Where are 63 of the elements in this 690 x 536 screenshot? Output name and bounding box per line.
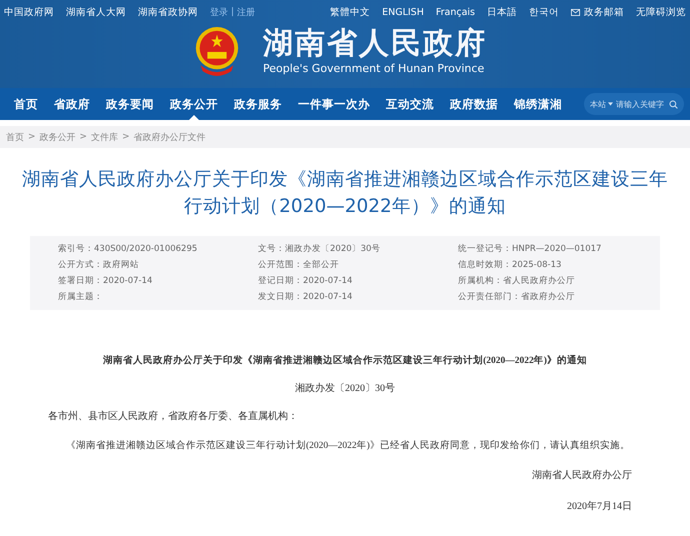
search-field[interactable]: 本站 请输入关键字	[584, 93, 684, 115]
search-icon[interactable]	[669, 98, 678, 110]
login-link[interactable]: 登录	[210, 6, 228, 18]
meta-label: 公开范围：	[258, 260, 303, 270]
nav-tab[interactable]: 一件事一次办	[290, 88, 378, 120]
nav-tab[interactable]: 首页	[6, 88, 46, 120]
site-subtitle: People's Government of Hunan Province	[263, 62, 486, 76]
meta-label: 文号：	[258, 244, 285, 254]
meta-value: 省人民政府办公厅	[503, 276, 575, 286]
meta-label: 统一登记号：	[458, 244, 512, 254]
document-title: 湖南省人民政府办公厅关于印发《湖南省推进湘赣边区域合作示范区建设三年行动计划(2020—2022年)》的通知	[102, 354, 588, 367]
nav-tab[interactable]: 政府数据	[442, 88, 506, 120]
meta-value: 2020-07-14	[103, 276, 152, 286]
meta-label: 所属机构：	[458, 276, 503, 286]
scope-dropdown[interactable]: 本站	[590, 98, 613, 110]
meta-value: 2020-07-14	[303, 292, 352, 302]
nav-tab[interactable]: 政务服务	[226, 88, 290, 120]
emblem-icon	[193, 24, 241, 78]
meta-value: 全部公开	[303, 260, 339, 270]
meta-value: 政府网站	[103, 260, 139, 270]
meta-label: 发文日期：	[258, 292, 303, 302]
document-date: 2020年7月14日	[566, 500, 633, 513]
document-number: 湘政办发〔2020〕30号	[294, 382, 396, 395]
language-link[interactable]: 无障碍浏览	[636, 6, 686, 18]
meta-value: 2025-08-13	[512, 260, 562, 270]
nav-tab[interactable]: 政务公开	[162, 88, 226, 120]
meta-label: 索引号：	[58, 244, 94, 254]
meta-value: 湘政办发〔2020〕30号	[285, 244, 380, 254]
language-link[interactable]: ENGLISH	[382, 6, 424, 18]
mailbox-link[interactable]: 政务邮箱	[584, 6, 624, 18]
meta-value: 430S00/2020-01006295	[94, 244, 198, 254]
site-title: 湖南省人民政府	[263, 26, 487, 62]
language-link[interactable]: 한국어	[529, 6, 559, 18]
language-link[interactable]: 繁體中文	[330, 6, 370, 18]
nav-tab[interactable]: 锦绣潇湘	[506, 88, 570, 120]
mail-icon	[571, 8, 580, 16]
meta-label: 公开方式：	[58, 260, 103, 270]
meta-value: HNPR—2020—01017	[512, 244, 602, 254]
document-paragraph: 《湖南省推进湘赣边区域合作示范区建设三年行动计划(2020—2022年)》已经省人民政府同意，现印发给你们，请认真组织实施。	[65, 439, 631, 452]
meta-label: 签署日期：	[58, 276, 103, 286]
caret-icon	[608, 102, 613, 106]
language-link[interactable]: Français	[436, 6, 475, 18]
register-link[interactable]: 注册	[237, 6, 256, 18]
meta-value: 省政府办公厅	[521, 292, 575, 302]
article-title: 湖南省人民政府办公厅关于印发《湖南省推进湘赣边区域合作示范区建设三年行动计划（2020—2022年）》的通知	[21, 168, 669, 219]
nav-tab[interactable]: 省政府	[46, 88, 98, 120]
site-link[interactable]: 湖南省政协网	[138, 6, 198, 18]
site-link[interactable]: 中国政府网	[4, 6, 54, 18]
separator: |	[231, 7, 234, 17]
nav-tab[interactable]: 政务要闻	[98, 88, 162, 120]
salutation: 各市州、县市区人民政府，省政府各厅委、各直属机构：	[48, 410, 299, 423]
meta-label: 登记日期：	[258, 276, 303, 286]
breadcrumb-separator: >	[122, 132, 130, 142]
breadcrumb-separator: >	[28, 132, 36, 142]
meta-label: 所属主题：	[58, 292, 103, 302]
meta-label: 信息时效期：	[458, 260, 512, 270]
meta-label: 公开责任部门：	[458, 292, 521, 302]
meta-value: 2020-07-14	[303, 276, 352, 286]
breadcrumb-separator: >	[80, 132, 88, 142]
signature: 湖南省人民政府办公厅	[531, 468, 633, 482]
language-link[interactable]: 日本語	[487, 6, 517, 18]
site-link[interactable]: 湖南省人大网	[66, 6, 126, 18]
nav-tab[interactable]: 互动交流	[378, 88, 442, 120]
